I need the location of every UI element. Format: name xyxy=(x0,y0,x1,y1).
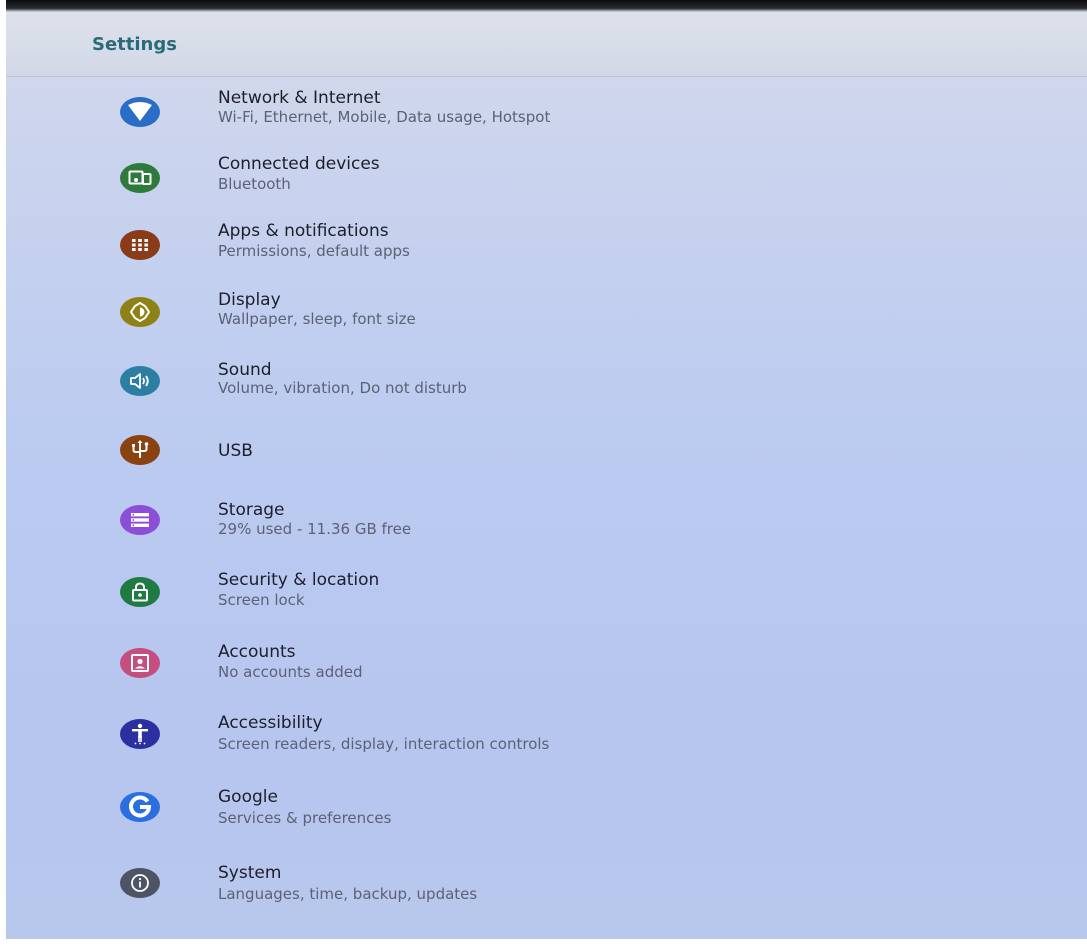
google-icon xyxy=(120,792,160,822)
storage-icon xyxy=(120,505,160,535)
wifi-icon xyxy=(120,97,160,127)
item-title: USB xyxy=(218,441,253,461)
settings-screen: Settings Network & Internet Wi-Fi, Ether… xyxy=(0,0,1087,947)
settings-list: Network & Internet Wi-Fi, Ethernet, Mobi… xyxy=(6,77,1087,939)
item-subtitle: Permissions, default apps xyxy=(218,242,410,260)
item-subtitle: Volume, vibration, Do not disturb xyxy=(218,379,467,397)
settings-item-display[interactable]: Display Wallpaper, sleep, font size xyxy=(6,287,1087,355)
screen-top-bezel xyxy=(0,0,1087,12)
item-subtitle: Bluetooth xyxy=(218,175,291,193)
item-subtitle: Services & preferences xyxy=(218,809,392,827)
item-title: Accounts xyxy=(218,642,296,662)
settings-item-usb[interactable]: USB xyxy=(6,427,1087,495)
item-title: System xyxy=(218,863,282,883)
settings-item-storage[interactable]: Storage 29% used - 11.36 GB free xyxy=(6,498,1087,566)
info-icon xyxy=(120,868,160,898)
item-title: Connected devices xyxy=(218,154,380,174)
item-title: Apps & notifications xyxy=(218,221,389,241)
item-title: Security & location xyxy=(218,570,380,590)
settings-item-google[interactable]: Google Services & preferences xyxy=(6,778,1087,846)
devices-icon xyxy=(120,163,160,193)
apps-grid-icon xyxy=(120,230,160,260)
settings-item-accounts[interactable]: Accounts No accounts added xyxy=(6,637,1087,705)
screen-bottom-bezel xyxy=(0,939,1087,947)
settings-item-system[interactable]: System Languages, time, backup, updates xyxy=(6,849,1087,917)
brightness-icon xyxy=(120,297,160,327)
app-bar: Settings xyxy=(6,12,1087,77)
item-subtitle: Wallpaper, sleep, font size xyxy=(218,310,416,328)
settings-item-apps[interactable]: Apps & notifications Permissions, defaul… xyxy=(6,217,1087,285)
item-title: Display xyxy=(218,290,281,310)
speaker-icon xyxy=(120,366,160,396)
item-title: Network & Internet xyxy=(218,88,381,108)
item-subtitle: Wi-Fi, Ethernet, Mobile, Data usage, Hot… xyxy=(218,108,551,126)
item-title: Accessibility xyxy=(218,713,323,733)
item-title: Google xyxy=(218,787,278,807)
settings-item-connected-devices[interactable]: Connected devices Bluetooth xyxy=(6,148,1087,216)
item-title: Sound xyxy=(218,360,272,380)
usb-icon xyxy=(120,435,160,465)
accessibility-icon xyxy=(120,719,160,749)
item-subtitle: 29% used - 11.36 GB free xyxy=(218,520,412,538)
account-icon xyxy=(120,648,160,678)
item-subtitle: No accounts added xyxy=(218,663,363,681)
page-title: Settings xyxy=(92,34,177,55)
item-subtitle: Screen lock xyxy=(218,591,305,609)
settings-item-network[interactable]: Network & Internet Wi-Fi, Ethernet, Mobi… xyxy=(6,79,1087,147)
settings-item-security[interactable]: Security & location Screen lock xyxy=(6,567,1087,635)
settings-item-accessibility[interactable]: Accessibility Screen readers, display, i… xyxy=(6,707,1087,775)
item-subtitle: Screen readers, display, interaction con… xyxy=(218,735,550,753)
item-subtitle: Languages, time, backup, updates xyxy=(218,885,478,903)
item-title: Storage xyxy=(218,500,285,520)
lock-icon xyxy=(120,577,160,607)
settings-item-sound[interactable]: Sound Volume, vibration, Do not disturb xyxy=(6,357,1087,425)
